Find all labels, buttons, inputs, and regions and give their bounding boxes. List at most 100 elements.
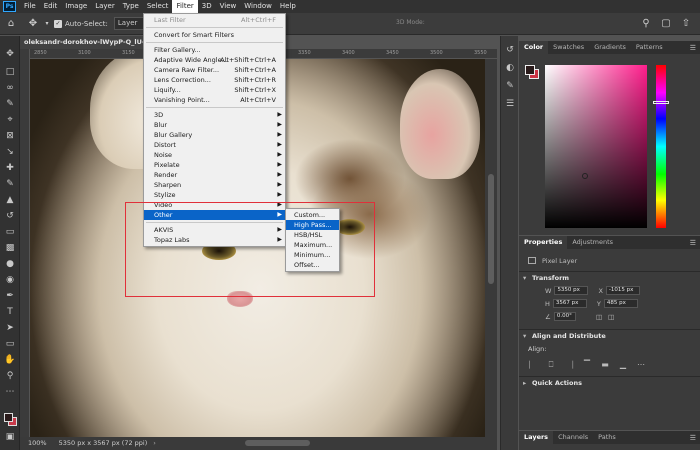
dodge-tool-icon[interactable]: ◉ [4,274,16,286]
healing-brush-tool-icon[interactable]: ✚ [4,162,16,174]
auto-select-checkbox[interactable]: ✓ [54,19,62,28]
flip-horizontal-icon[interactable]: ◫ [596,313,602,321]
filter-menu-item-3d[interactable]: 3D ▶ [144,110,285,120]
scroll-thumb[interactable] [488,174,494,284]
panel-menu-icon[interactable]: ☰ [690,434,696,442]
tab-color[interactable]: Color [519,41,549,54]
filter-menu-item-video[interactable]: Video ▶ [144,200,285,210]
filter-menu-item-sharpen[interactable]: Sharpen ▶ [144,180,285,190]
brush-tool-icon[interactable]: ✎ [4,178,16,190]
lasso-tool-icon[interactable]: ∞ [4,82,16,94]
search-icon[interactable]: ⚲ [639,17,653,31]
home-icon[interactable]: ⌂ [4,17,18,31]
align-bottom-icon[interactable]: ▁ [617,359,629,370]
flip-vertical-icon[interactable]: ◫ [608,313,614,321]
menu-select[interactable]: Select [143,0,173,13]
filter-menu-item-liquify[interactable]: Liquify... Shift+Ctrl+X [144,85,285,95]
move-tool-icon[interactable]: ✥ [4,48,16,60]
x-field[interactable]: -1015 px [605,286,640,295]
path-selection-tool-icon[interactable]: ➤ [4,322,16,334]
other-submenu-item-custom[interactable]: Custom... [286,210,339,220]
frame-tool-icon[interactable]: ⊠ [4,130,16,142]
menu-file[interactable]: File [20,0,40,13]
tab-adjustments[interactable]: Adjustments [567,236,618,249]
foreground-color-swatch[interactable] [4,413,13,422]
filter-menu-item-lens-correction[interactable]: Lens Correction... Shift+Ctrl+R [144,75,285,85]
canvas-vertical-scrollbar[interactable] [485,59,497,437]
angle-field[interactable]: 0.00° [553,312,576,321]
type-tool-icon[interactable]: T [4,306,16,318]
menu-filter[interactable]: Filter [172,0,198,13]
blur-tool-icon[interactable]: ● [4,258,16,270]
hand-tool-icon[interactable]: ✋ [4,354,16,366]
filter-menu-item-convert-for-smart-filters[interactable]: Convert for Smart Filters [144,30,285,40]
eraser-tool-icon[interactable]: ▭ [4,226,16,238]
clone-stamp-tool-icon[interactable]: ▲ [4,194,16,206]
more-tools-icon[interactable]: ⋯ [4,386,16,398]
filter-menu-item-vanishing-point[interactable]: Vanishing Point... Alt+Ctrl+V [144,95,285,105]
zoom-level[interactable]: 100% [28,437,47,450]
other-submenu-item-high-pass[interactable]: High Pass... [286,220,339,230]
filter-menu-item-topaz-labs[interactable]: Topaz Labs ▶ [144,235,285,245]
tab-gradients[interactable]: Gradients [589,41,631,54]
filter-menu-item-noise[interactable]: Noise ▶ [144,150,285,160]
marquee-tool-icon[interactable]: □ [4,66,16,78]
menu-help[interactable]: Help [276,0,300,13]
filter-menu-item-stylize[interactable]: Stylize ▶ [144,190,285,200]
align-section-header[interactable]: Align and Distribute [519,329,700,343]
zoom-tool-icon[interactable]: ⚲ [4,370,16,382]
document-tab[interactable]: oleksandr-dorokhov-lWypP-Q_lU-unsp [20,36,145,49]
menu-window[interactable]: Window [240,0,276,13]
align-right-icon[interactable]: ⎹ [563,359,575,370]
panel-foreground-swatch[interactable] [525,65,535,75]
history-panel-icon[interactable]: ↺ [504,44,516,56]
tab-patterns[interactable]: Patterns [631,41,668,54]
rectangle-tool-icon[interactable]: ▭ [4,338,16,350]
filter-menu-item-adaptive-wide-angle[interactable]: Adaptive Wide Angle... Alt+Shift+Ctrl+A [144,55,285,65]
filter-menu-item-other[interactable]: Other ▶ [144,210,285,220]
gradient-tool-icon[interactable]: ▩ [4,242,16,254]
filter-menu-item-blur-gallery[interactable]: Blur Gallery ▶ [144,130,285,140]
tab-swatches[interactable]: Swatches [548,41,589,54]
quick-mask-icon[interactable]: ▣ [4,431,16,443]
hue-slider-marker[interactable] [653,101,669,104]
filter-menu-item-pixelate[interactable]: Pixelate ▶ [144,160,285,170]
move-tool-icon[interactable]: ✥ [26,17,40,31]
color-picker-field[interactable] [545,65,647,228]
menu-image[interactable]: Image [61,0,91,13]
filter-menu-item-akvis[interactable]: AKVIS ▶ [144,225,285,235]
quick-select-tool-icon[interactable]: ✎ [4,98,16,110]
other-submenu-item-offset[interactable]: Offset... [286,260,339,270]
menu-layer[interactable]: Layer [91,0,119,13]
filter-menu-item-distort[interactable]: Distort ▶ [144,140,285,150]
other-submenu-item-hsb-hsl[interactable]: HSB/HSL [286,230,339,240]
transform-section-header[interactable]: Transform [519,271,700,285]
align-top-icon[interactable]: ▔ [581,359,593,370]
filter-menu-item-render[interactable]: Render ▶ [144,170,285,180]
hue-slider[interactable] [656,65,666,228]
align-left-icon[interactable]: ⎸ [527,359,539,370]
brush-panel-icon[interactable]: ✎ [504,80,516,92]
crop-tool-icon[interactable]: ⌖ [4,114,16,126]
y-field[interactable]: 485 px [603,299,638,308]
filter-menu-item-filter-gallery[interactable]: Filter Gallery... [144,45,285,55]
scroll-thumb[interactable] [245,440,310,446]
auto-select-target-select[interactable]: Layer [113,17,146,30]
panel-menu-icon[interactable]: ☰ [690,239,696,247]
glyphs-panel-icon[interactable]: ☰ [504,98,516,110]
eyedropper-tool-icon[interactable]: ↘ [4,146,16,158]
workspace-icon[interactable]: ▢ [659,17,673,31]
tab-paths[interactable]: Paths [593,431,621,444]
adjust-panel-icon[interactable]: ◐ [504,62,516,74]
chevron-down-icon[interactable]: ▾ [44,17,50,31]
filter-menu-item-camera-raw-filter[interactable]: Camera Raw Filter... Shift+Ctrl+A [144,65,285,75]
color-picker-marker[interactable] [582,173,588,179]
tab-channels[interactable]: Channels [553,431,593,444]
menu-type[interactable]: Type [119,0,143,13]
filter-menu-item-blur[interactable]: Blur ▶ [144,120,285,130]
menu-3d[interactable]: 3D [198,0,216,13]
menu-edit[interactable]: Edit [40,0,62,13]
other-submenu-item-minimum[interactable]: Minimum... [286,250,339,260]
menu-view[interactable]: View [216,0,241,13]
panel-menu-icon[interactable]: ☰ [690,44,696,52]
